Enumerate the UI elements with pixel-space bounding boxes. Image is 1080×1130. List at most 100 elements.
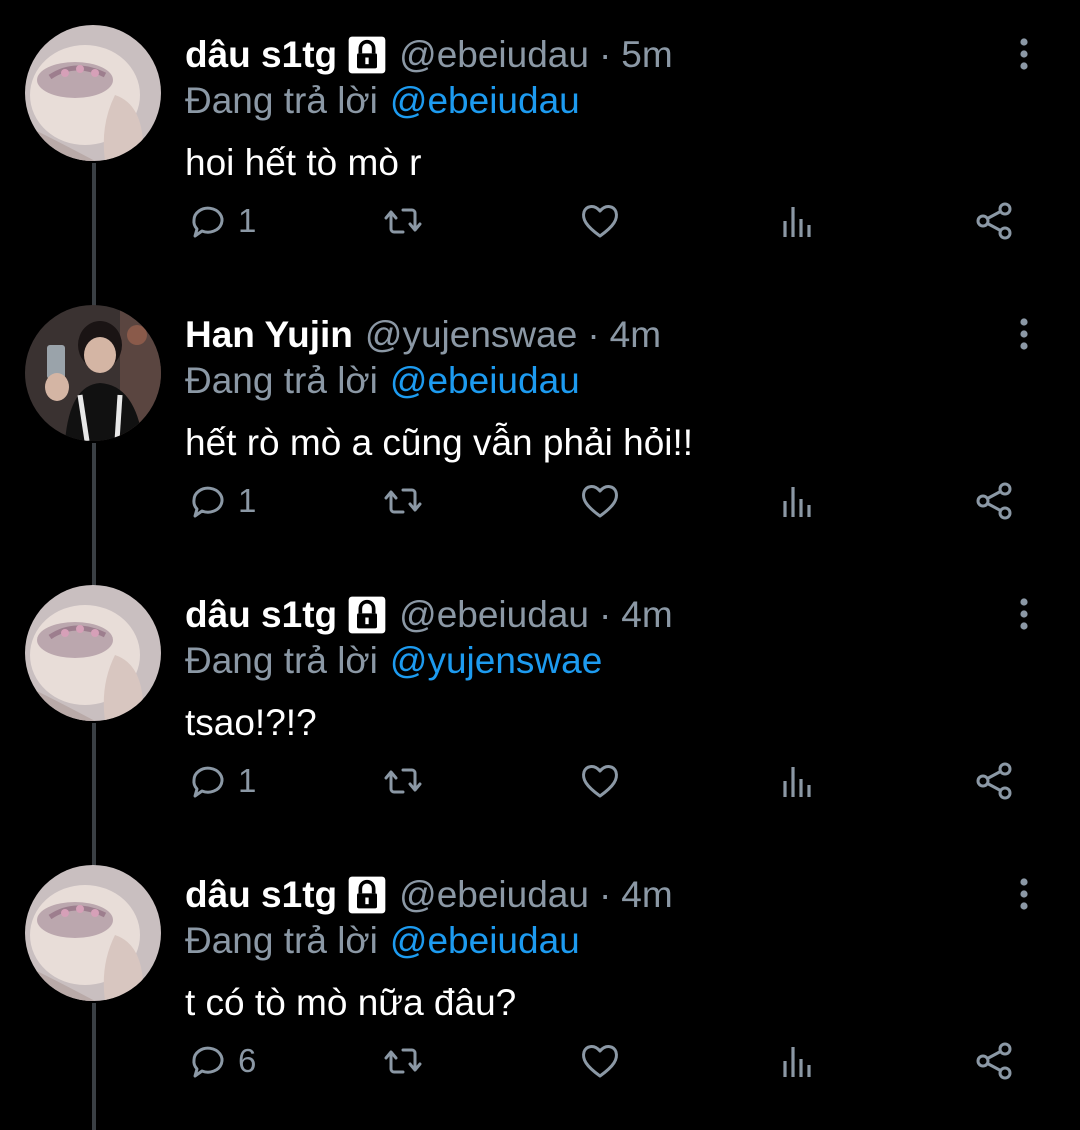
timestamp[interactable]: 4m (621, 874, 672, 916)
reply-icon (192, 766, 224, 798)
stats-button[interactable] (775, 476, 819, 526)
like-button[interactable] (578, 476, 622, 526)
share-button[interactable] (972, 1036, 1016, 1086)
retweet-icon (384, 488, 422, 514)
reply-count: 1 (238, 482, 257, 519)
user-handle[interactable]: @yujenswae (365, 314, 577, 356)
avatar[interactable] (25, 585, 161, 721)
stats-icon (783, 207, 811, 237)
display-name[interactable]: dâu s1tg (185, 874, 337, 916)
action-bar: 1 (0, 756, 1080, 806)
replying-to-handle[interactable]: @yujenswae (390, 640, 602, 682)
stats-button[interactable] (775, 196, 819, 246)
retweet-button[interactable] (381, 1036, 425, 1086)
heart-icon (582, 205, 618, 238)
more-options-icon[interactable] (1004, 34, 1044, 74)
share-icon (976, 1042, 1012, 1080)
retweet-button[interactable] (381, 196, 425, 246)
tweet-header: Han Yujin @yujenswae · 4m (185, 310, 661, 360)
avatar[interactable] (25, 25, 161, 161)
tweet-header: dâu s1tg @ebeiudau · 4m (185, 590, 673, 640)
heart-icon (582, 485, 618, 518)
separator-dot: · (598, 874, 612, 915)
display-name[interactable]: Han Yujin (185, 314, 353, 356)
reply-button[interactable]: 1 (186, 756, 256, 806)
retweet-button[interactable] (381, 756, 425, 806)
replying-to-label: Đang trả lời (185, 360, 378, 401)
avatar-selfie-icon (25, 305, 161, 441)
action-bar: 1 (0, 476, 1080, 526)
avatar[interactable] (25, 865, 161, 1001)
separator-dot: · (587, 314, 600, 355)
reply-button[interactable]: 6 (186, 1036, 256, 1086)
like-button[interactable] (578, 1036, 622, 1086)
timestamp[interactable]: 4m (610, 314, 661, 356)
more-options-icon[interactable] (1004, 314, 1044, 354)
tweet-text: t có tò mò nữa đâu? (185, 982, 517, 1023)
replying-to: Đang trả lời @ebeiudau (185, 358, 580, 404)
avatar[interactable] (25, 305, 161, 441)
reply-count: 1 (238, 762, 257, 799)
stats-button[interactable] (775, 1036, 819, 1086)
separator-dot: · (598, 594, 612, 635)
timestamp[interactable]: 4m (621, 594, 672, 636)
avatar-strawberry-icon (25, 25, 161, 161)
replying-to: Đang trả lời @yujenswae (185, 638, 602, 684)
replying-to: Đang trả lời @ebeiudau (185, 918, 580, 964)
tweet[interactable]: dâu s1tg @ebeiudau · 5m Đang trả lời @eb… (0, 0, 1080, 308)
replying-to-label: Đang trả lời (185, 920, 378, 961)
lock-icon (347, 875, 387, 915)
tweet[interactable]: dâu s1tg @ebeiudau · 4m Đang trả lời @yu… (0, 560, 1080, 868)
timestamp[interactable]: 5m (621, 34, 672, 76)
retweet-icon (384, 1048, 422, 1074)
like-button[interactable] (578, 196, 622, 246)
separator-dot: · (598, 34, 612, 75)
display-name[interactable]: dâu s1tg (185, 594, 337, 636)
tweet[interactable]: Han Yujin @yujenswae · 4m Đang trả lời @… (0, 280, 1080, 588)
retweet-button[interactable] (381, 476, 425, 526)
replying-to: Đang trả lời @ebeiudau (185, 78, 580, 124)
replying-to-handle[interactable]: @ebeiudau (390, 80, 580, 122)
user-handle[interactable]: @ebeiudau (399, 34, 589, 76)
share-button[interactable] (972, 476, 1016, 526)
replying-to-handle[interactable]: @ebeiudau (390, 920, 580, 962)
stats-icon (783, 767, 811, 797)
tweet-header: dâu s1tg @ebeiudau · 5m (185, 30, 673, 80)
avatar-strawberry-icon (25, 865, 161, 1001)
user-handle[interactable]: @ebeiudau (399, 874, 589, 916)
tweet-text: tsao!?!? (185, 702, 317, 743)
stats-button[interactable] (775, 756, 819, 806)
reply-thread: dâu s1tg @ebeiudau · 5m Đang trả lời @eb… (0, 0, 1080, 1130)
reply-icon (192, 206, 224, 238)
tweet-text: hoi hết tò mò r (185, 142, 422, 183)
display-name[interactable]: dâu s1tg (185, 34, 337, 76)
replying-to-handle[interactable]: @ebeiudau (390, 360, 580, 402)
like-button[interactable] (578, 756, 622, 806)
retweet-icon (384, 768, 422, 794)
reply-button[interactable]: 1 (186, 196, 256, 246)
avatar-strawberry-icon (25, 585, 161, 721)
reply-icon (192, 1046, 224, 1078)
more-options-icon[interactable] (1004, 594, 1044, 634)
retweet-icon (384, 208, 422, 234)
share-icon (976, 762, 1012, 800)
share-icon (976, 202, 1012, 240)
heart-icon (582, 1045, 618, 1078)
share-button[interactable] (972, 196, 1016, 246)
tweet[interactable]: dâu s1tg @ebeiudau · 4m Đang trả lời @eb… (0, 840, 1080, 1130)
reply-count: 1 (238, 202, 257, 239)
share-button[interactable] (972, 756, 1016, 806)
lock-icon (347, 595, 387, 635)
share-icon (976, 482, 1012, 520)
stats-icon (783, 487, 811, 517)
stats-icon (783, 1047, 811, 1077)
replying-to-label: Đang trả lời (185, 80, 378, 121)
user-handle[interactable]: @ebeiudau (399, 594, 589, 636)
reply-icon (192, 486, 224, 518)
reply-count: 6 (238, 1042, 257, 1079)
reply-button[interactable]: 1 (186, 476, 256, 526)
heart-icon (582, 765, 618, 798)
more-options-icon[interactable] (1004, 874, 1044, 914)
tweet-header: dâu s1tg @ebeiudau · 4m (185, 870, 673, 920)
lock-icon (347, 35, 387, 75)
